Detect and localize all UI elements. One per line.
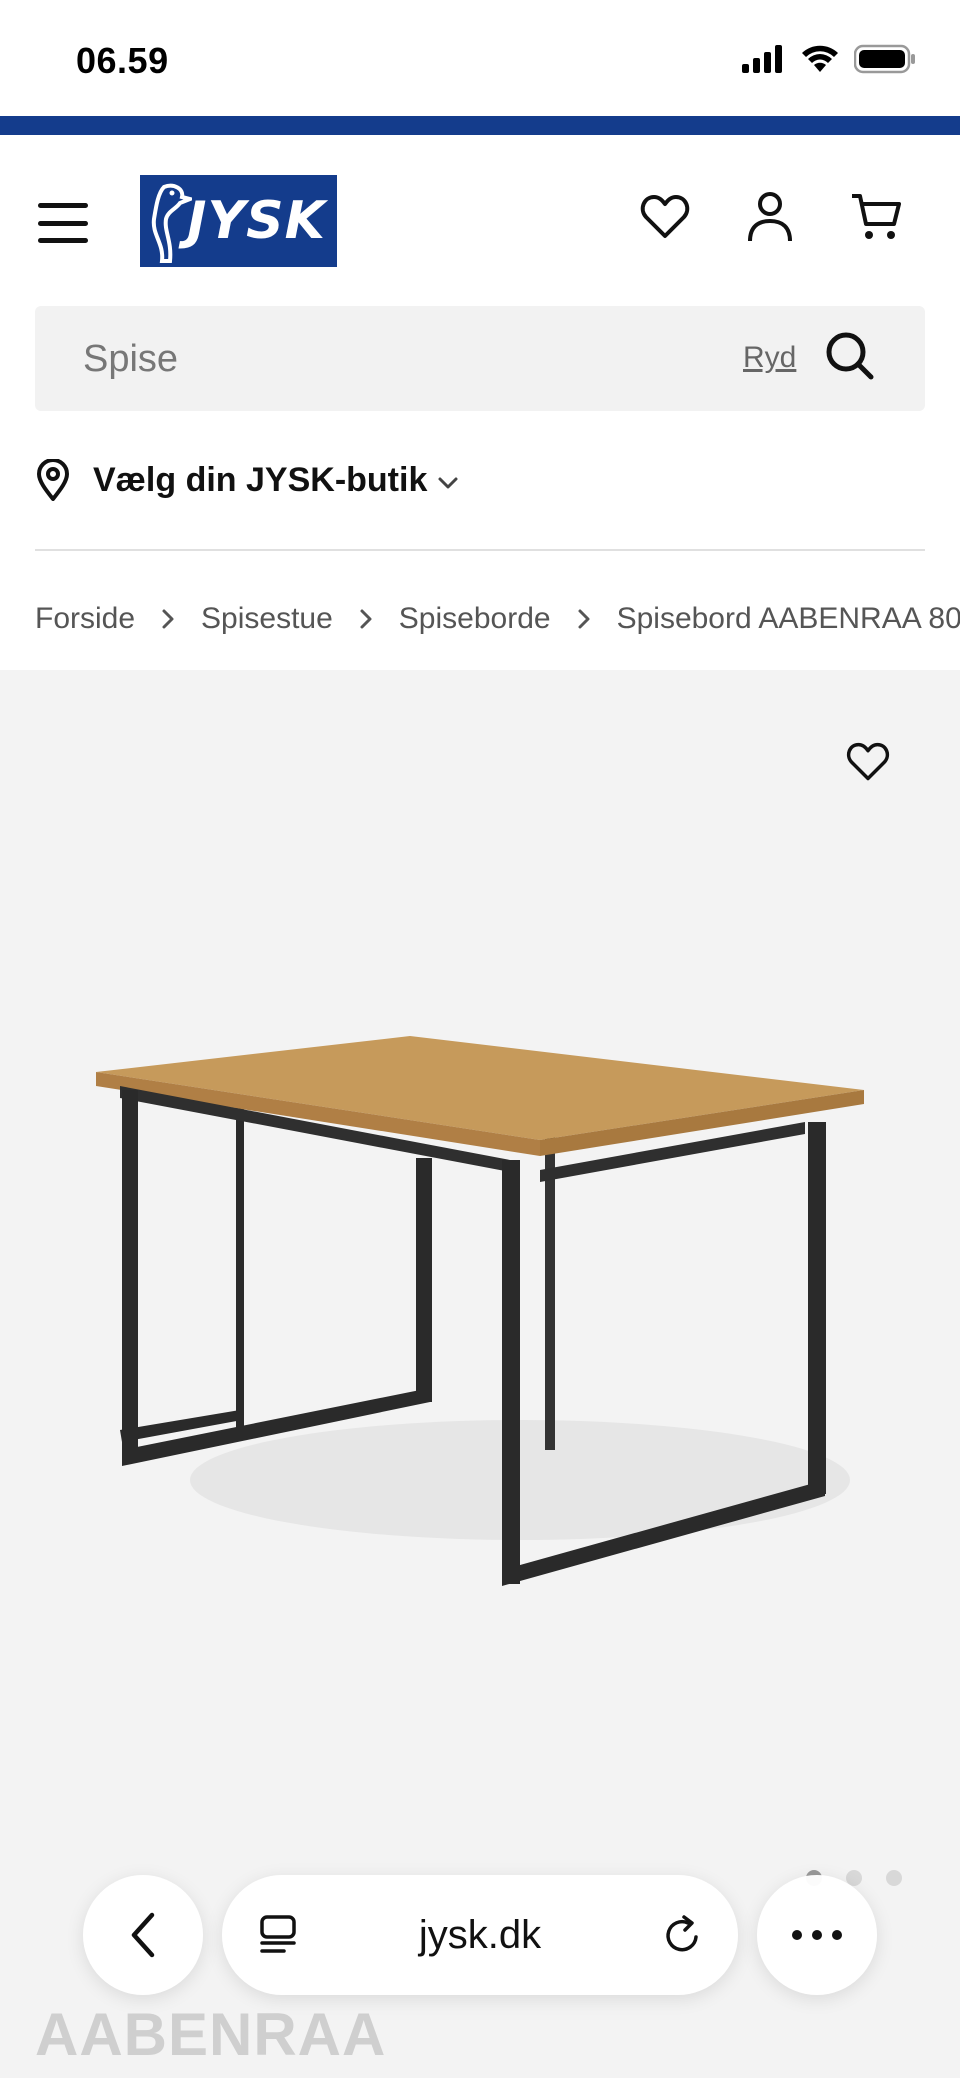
- bird-logo-icon: [151, 183, 192, 263]
- browser-url-text: jysk.dk: [418, 1912, 542, 1957]
- chevron-right-icon: [161, 608, 175, 630]
- more-dots-icon: [792, 1930, 842, 1940]
- search-input[interactable]: [83, 334, 683, 384]
- breadcrumb-item-spisestue[interactable]: Spisestue: [201, 602, 333, 636]
- product-title: AABENRAA: [35, 2001, 387, 2068]
- wifi-icon: [802, 45, 838, 72]
- chevron-left-icon: [131, 1912, 155, 1958]
- search-clear-link[interactable]: Ryd: [743, 341, 796, 375]
- store-selector-label: Vælg din JYSK-butik: [93, 460, 428, 499]
- status-time: 06.59: [76, 40, 169, 81]
- search-icon[interactable]: [820, 326, 880, 386]
- breadcrumb-item-forside[interactable]: Forside: [35, 602, 135, 636]
- jysk-logo[interactable]: JYSK: [140, 175, 337, 267]
- shopping-cart-icon[interactable]: [846, 187, 906, 247]
- browser-url-bar[interactable]: jysk.dk: [222, 1875, 738, 1995]
- browser-more-button[interactable]: [757, 1875, 877, 1995]
- divider: [35, 549, 925, 551]
- browser-toolbar: jysk.dk: [0, 1870, 960, 2010]
- status-icons: [742, 44, 916, 74]
- tabs-overview-icon[interactable]: [256, 1913, 300, 1957]
- battery-icon: [854, 44, 915, 74]
- reload-icon[interactable]: [660, 1913, 704, 1957]
- product-image-dining-table: [96, 1036, 864, 1586]
- wishlist-heart-icon[interactable]: [635, 187, 695, 247]
- favorite-heart-icon[interactable]: [840, 734, 896, 790]
- logo-text: JYSK: [187, 191, 326, 251]
- menu-icon[interactable]: [38, 203, 88, 243]
- chevron-right-icon: [359, 608, 373, 630]
- location-pin-icon: [37, 459, 69, 501]
- store-selector[interactable]: Vælg din JYSK-butik: [35, 440, 459, 520]
- product-gallery[interactable]: AABENRAA: [0, 670, 960, 2078]
- breadcrumb-item-current: Spisebord AABENRAA 80x120 eg: [616, 602, 960, 635]
- user-account-icon[interactable]: [740, 187, 800, 247]
- breadcrumb: Forside Spisestue Spiseborde Spisebord A…: [35, 594, 960, 644]
- breadcrumb-item-spiseborde[interactable]: Spiseborde: [399, 602, 551, 636]
- brand-stripe: [0, 116, 960, 135]
- site-header: JYSK: [0, 135, 960, 300]
- chevron-right-icon: [577, 608, 591, 630]
- search-box: Ryd: [35, 306, 925, 411]
- signal-icon: [742, 45, 782, 73]
- browser-back-button[interactable]: [83, 1875, 203, 1995]
- chevron-down-icon: [438, 477, 458, 489]
- status-bar: 06.59: [0, 0, 960, 116]
